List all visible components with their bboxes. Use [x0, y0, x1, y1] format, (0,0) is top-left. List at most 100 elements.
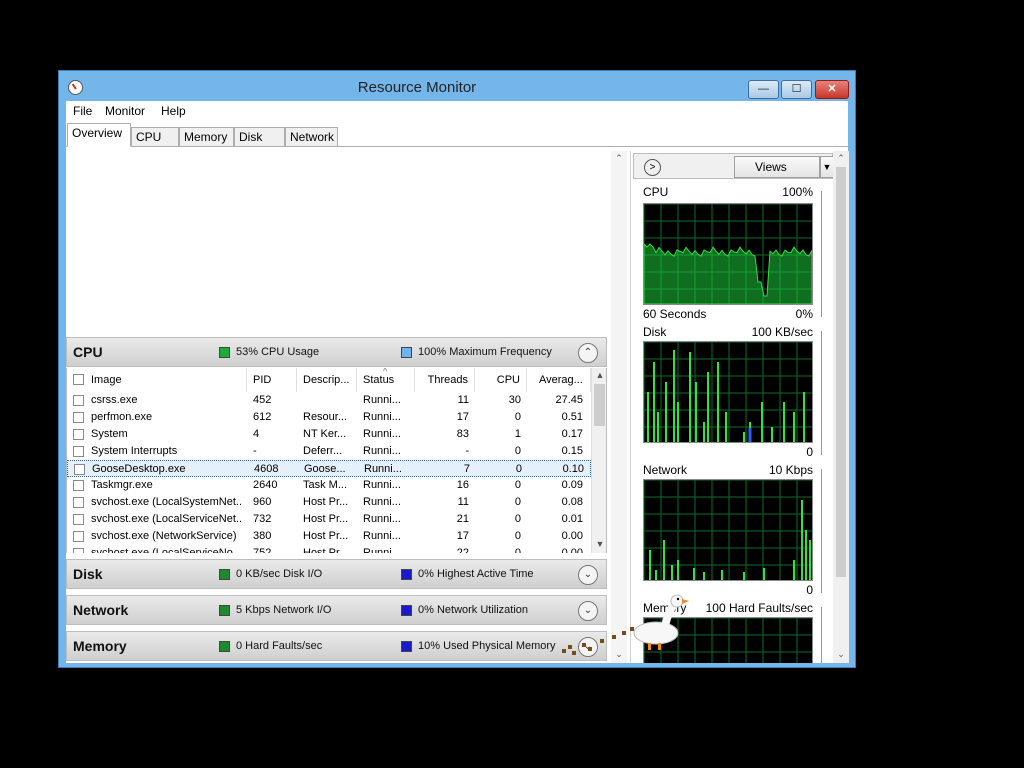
cell-desc: NT Ker...: [303, 428, 347, 440]
resource-monitor-window: Resource Monitor — ☐ ✕ File Monitor Help…: [58, 70, 856, 668]
column-header-cpu[interactable]: CPU: [475, 368, 527, 392]
network-section-title: Network: [73, 602, 129, 618]
network-graph-max: 10 Kbps: [768, 463, 813, 477]
row-checkbox[interactable]: [73, 480, 84, 491]
column-header-threads[interactable]: Threads: [415, 368, 475, 392]
cell-pid: 752: [253, 547, 272, 553]
maximize-button[interactable]: ☐: [781, 80, 812, 99]
graphs-scrollbar-thumb[interactable]: [836, 167, 846, 577]
memory-used-indicator: [401, 641, 412, 652]
table-row[interactable]: svchost.exe (NetworkService) 380 Host Pr..…: [67, 528, 591, 545]
memory-used-text: 10% Used Physical Memory: [418, 640, 556, 652]
row-checkbox[interactable]: [73, 446, 84, 457]
menu-file[interactable]: File: [73, 104, 92, 118]
cell-pid: 4608: [254, 463, 279, 475]
column-header-pid[interactable]: PID: [247, 368, 297, 392]
graphs-panel-scrollbar[interactable]: ⌃ ⌄: [833, 151, 849, 663]
tab-memory[interactable]: Memory: [179, 127, 234, 147]
cell-desc: Host Pr...: [303, 530, 349, 542]
tab-network[interactable]: Network: [285, 127, 338, 147]
row-checkbox[interactable]: [73, 497, 84, 508]
cell-cpu: 0: [515, 463, 522, 475]
cell-image: svchost.exe (NetworkService): [91, 530, 237, 542]
memory-section-header[interactable]: Memory 0 Hard Faults/sec 10% Used Physic…: [66, 631, 607, 661]
table-row[interactable]: csrss.exe 452 Runni... 11 30 27.45: [67, 392, 591, 409]
table-row[interactable]: svchost.exe (LocalSystemNet... 960 Host Pr…: [67, 494, 591, 511]
cell-desc: Deferr...: [303, 445, 343, 457]
cell-image: System Interrupts: [91, 445, 178, 457]
cell-avg: 0.17: [561, 428, 583, 440]
cell-cpu: 30: [508, 394, 521, 406]
row-checkbox[interactable]: [73, 514, 84, 525]
cell-status: Runni...: [364, 463, 402, 475]
cell-threads: -: [465, 445, 469, 457]
cpu-frequency-text: 100% Maximum Frequency: [418, 346, 552, 358]
disk-section-header[interactable]: Disk 0 KB/sec Disk I/O 0% Highest Active…: [66, 559, 607, 589]
cell-desc: Host Pr...: [303, 547, 349, 553]
table-row[interactable]: svchost.exe (LocalServiceNet... 732 Host P…: [67, 511, 591, 528]
cpu-graph-timespan: 60 Seconds: [643, 307, 707, 321]
row-checkbox[interactable]: [73, 429, 84, 440]
row-checkbox[interactable]: [74, 464, 85, 475]
cell-avg: 0.10: [562, 463, 584, 475]
cpu-frequency-indicator: [401, 347, 412, 358]
cpu-table-scrollbar[interactable]: ▲ ▼: [591, 368, 606, 553]
menu-help[interactable]: Help: [161, 104, 186, 118]
table-row[interactable]: GooseDesktop.exe 4608 Goose... Runni... 7 0 0.…: [67, 460, 591, 477]
cpu-usage-indicator: [219, 347, 230, 358]
row-checkbox[interactable]: [73, 531, 84, 542]
scroll-down-arrow-icon[interactable]: ▼: [592, 537, 606, 551]
tab-disk[interactable]: Disk: [234, 127, 285, 147]
views-button[interactable]: Views: [734, 156, 820, 178]
row-checkbox[interactable]: [73, 548, 84, 553]
tab-cpu[interactable]: CPU: [131, 127, 179, 147]
cell-threads: 22: [456, 547, 469, 553]
row-checkbox[interactable]: [73, 412, 84, 423]
minimize-button[interactable]: —: [748, 80, 779, 99]
graphs-scroll-up-arrow-icon[interactable]: ⌃: [833, 151, 849, 165]
scroll-up-arrow-icon[interactable]: ▲: [592, 368, 606, 382]
graphs-panel-header: > Views ▼: [633, 153, 834, 179]
cell-status: Runni...: [363, 428, 401, 440]
network-graph-label: Network: [643, 463, 688, 477]
network-util-text: 0% Network Utilization: [418, 604, 529, 616]
views-dropdown-arrow-icon[interactable]: ▼: [820, 156, 834, 178]
cpu-section-header[interactable]: CPU 53% CPU Usage 100% Maximum Frequency…: [66, 337, 607, 367]
table-row[interactable]: System Interrupts - Deferr... Runni... - 0 0.1…: [67, 443, 591, 460]
disk-graph-min: 0: [806, 445, 813, 459]
tab-overview[interactable]: Overview: [67, 123, 131, 147]
cpu-collapse-chevron-icon[interactable]: ⌃: [578, 343, 598, 363]
close-button[interactable]: ✕: [815, 80, 849, 99]
cell-pid: 2640: [253, 479, 278, 491]
cell-cpu: 0: [514, 547, 521, 553]
cpu-graph-box: CPU 100% 60 Seconds 0%: [635, 183, 823, 323]
cell-cpu: 0: [514, 411, 521, 423]
table-row[interactable]: perfmon.exe 612 Resour... Runni... 17 0 0.51: [67, 409, 591, 426]
table-row[interactable]: System 4 NT Ker... Runni... 83 1 0.17: [67, 426, 591, 443]
table-row[interactable]: svchost.exe (LocalServiceNo... 752 Host Pr…: [67, 545, 591, 553]
table-row[interactable]: Taskmgr.exe 2640 Task M... Runni... 16 0 0.09: [67, 477, 591, 494]
graphs-scroll-down-arrow-icon[interactable]: ⌄: [833, 647, 849, 661]
cell-image: svchost.exe (LocalSystemNet...: [91, 496, 241, 508]
cell-avg: 0.15: [561, 445, 583, 457]
cell-threads: 16: [456, 479, 469, 491]
cell-avg: 0.01: [561, 513, 583, 525]
menu-monitor[interactable]: Monitor: [105, 104, 145, 118]
scrollbar-thumb[interactable]: [594, 384, 605, 426]
column-header-average[interactable]: Averag...: [527, 368, 591, 392]
cell-avg: 0.00: [561, 530, 583, 542]
row-checkbox[interactable]: [73, 395, 84, 406]
cell-image: csrss.exe: [91, 394, 138, 406]
column-header-image[interactable]: Image: [67, 368, 247, 392]
cell-avg: 0.51: [561, 411, 583, 423]
main-scroll-up-arrow-icon[interactable]: ⌃: [611, 151, 627, 165]
select-all-checkbox[interactable]: [73, 374, 84, 385]
title-bar[interactable]: Resource Monitor — ☐ ✕: [59, 71, 855, 101]
cell-pid: 380: [253, 530, 272, 542]
cell-pid: 960: [253, 496, 272, 508]
network-section-header[interactable]: Network 5 Kbps Network I/O 0% Network Ut…: [66, 595, 607, 625]
network-graph-min: 0: [806, 583, 813, 597]
collapse-panel-arrow-icon[interactable]: >: [644, 159, 661, 176]
cell-desc: Task M...: [303, 479, 348, 491]
column-header-description[interactable]: Descrip...: [297, 368, 357, 392]
